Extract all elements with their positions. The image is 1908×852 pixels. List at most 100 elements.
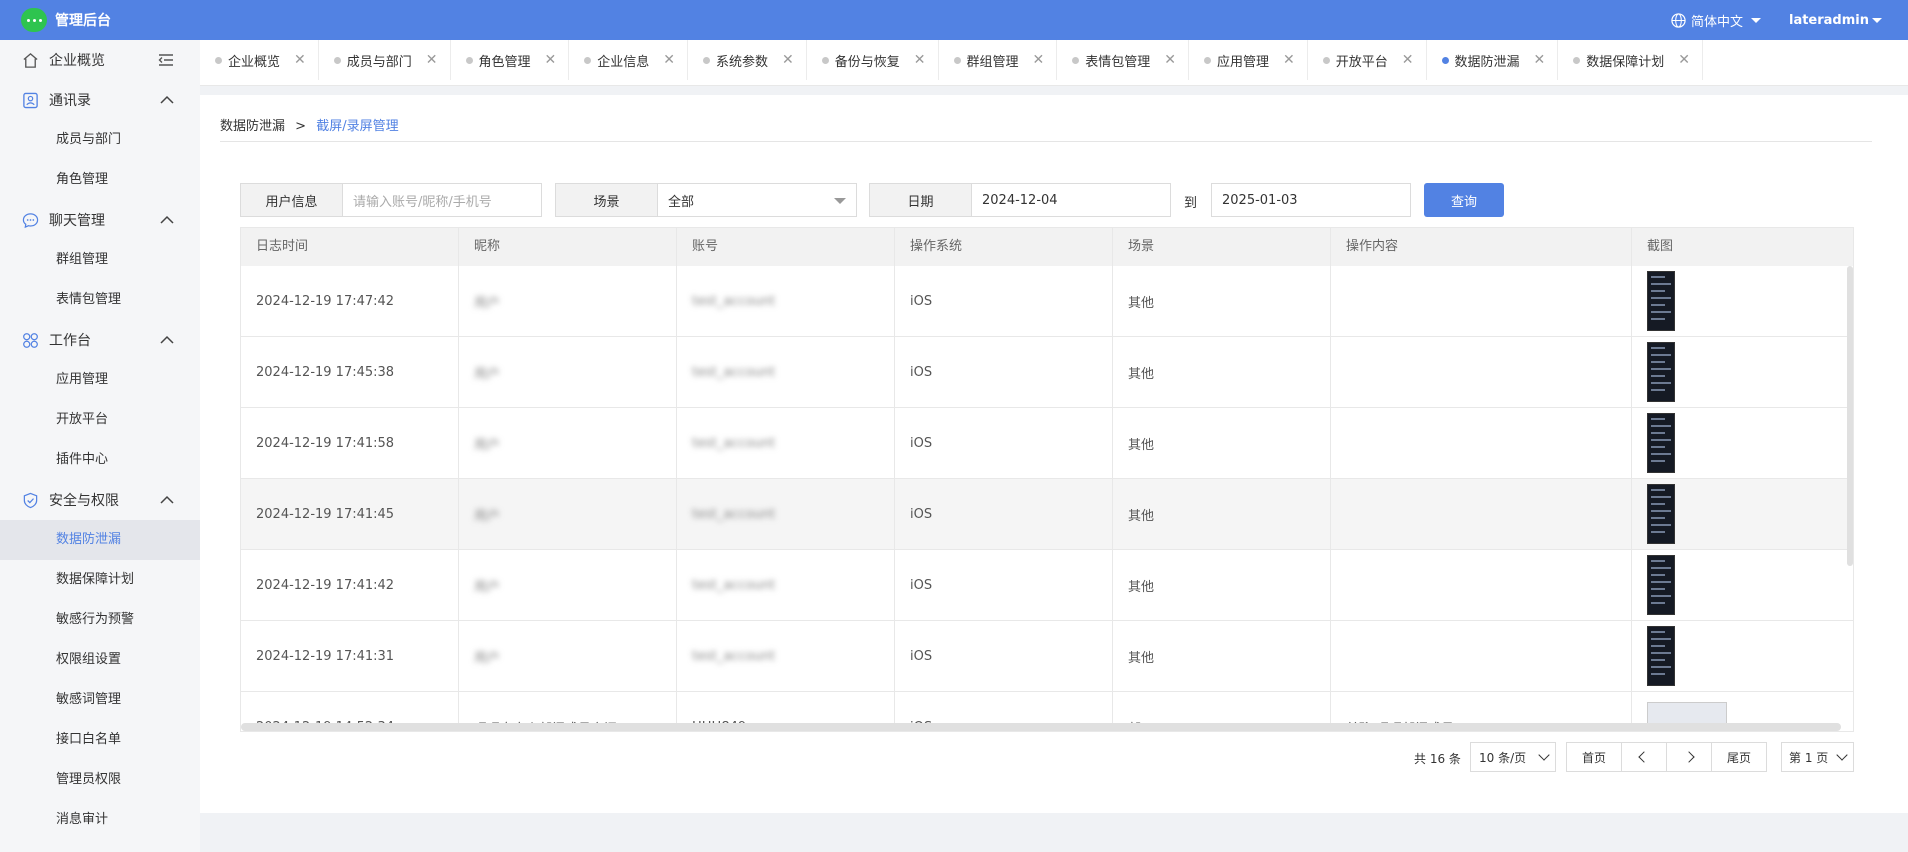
shield-icon xyxy=(21,491,39,509)
sidebar-group-chat[interactable]: 聊天管理 xyxy=(0,200,200,240)
page-size-select[interactable]: 10 条/页 xyxy=(1470,742,1556,772)
prev-page-button[interactable] xyxy=(1621,742,1667,772)
vertical-scrollbar[interactable] xyxy=(1847,266,1853,566)
close-icon[interactable]: ✕ xyxy=(914,52,926,68)
sidebar-item-permission-groups[interactable]: 权限组设置 xyxy=(0,640,200,680)
tab-dlp[interactable]: 数据防泄漏 ✕ xyxy=(1427,40,1559,80)
tab-label: 群组管理 xyxy=(966,54,1019,70)
sidebar-item-sensitive-alert[interactable]: 敏感行为预警 xyxy=(0,600,200,640)
sidebar-item-admin-permissions[interactable]: 管理员权限 xyxy=(0,760,200,800)
tab-label: 系统参数 xyxy=(716,54,769,70)
cell-account: test_account xyxy=(692,577,776,593)
sidebar-item-sensitive-words[interactable]: 敏感词管理 xyxy=(0,680,200,720)
close-icon[interactable]: ✕ xyxy=(294,52,306,68)
column-header: 操作系统 xyxy=(895,228,1113,266)
cell-account: test_account xyxy=(692,435,776,451)
table-row[interactable]: 2024-12-19 17:41:42 用户 test_account iOS … xyxy=(241,550,1853,621)
sidebar-item-api-whitelist[interactable]: 接口白名单 xyxy=(0,720,200,760)
tab-label: 数据保障计划 xyxy=(1586,54,1665,70)
close-icon[interactable]: ✕ xyxy=(1283,52,1295,68)
close-icon[interactable]: ✕ xyxy=(1164,52,1176,68)
chevron-down-icon xyxy=(1538,749,1550,761)
tab-company-info[interactable]: 企业信息 ✕ xyxy=(569,40,688,80)
screenshot-thumbnail[interactable] xyxy=(1647,484,1675,544)
close-icon[interactable]: ✕ xyxy=(1033,52,1045,68)
next-page-button[interactable] xyxy=(1666,742,1712,772)
table-row[interactable]: 2024-12-19 17:41:31 用户 test_account iOS … xyxy=(241,621,1853,692)
query-button[interactable]: 查询 xyxy=(1424,183,1504,217)
first-page-button[interactable]: 首页 xyxy=(1566,742,1622,772)
sidebar-group-contacts[interactable]: 通讯录 xyxy=(0,80,200,120)
sidebar-item-message-audit[interactable]: 消息审计 xyxy=(0,800,200,840)
table-row[interactable]: 2024-12-19 17:47:42 用户 test_account iOS … xyxy=(241,266,1853,337)
close-icon[interactable]: ✕ xyxy=(1402,52,1414,68)
breadcrumb: 数据防泄漏 > 截屏/录屏管理 xyxy=(220,115,399,134)
globe-icon xyxy=(1671,12,1686,28)
tab-dot-icon xyxy=(1072,56,1080,64)
date-from-input[interactable]: 2024-12-04 xyxy=(972,184,1170,216)
close-icon[interactable]: ✕ xyxy=(782,52,794,68)
tab-stickers[interactable]: 表情包管理 ✕ xyxy=(1057,40,1189,80)
sidebar-item-groups[interactable]: 群组管理 xyxy=(0,240,200,280)
close-icon[interactable]: ✕ xyxy=(1534,52,1546,68)
breadcrumb-parent[interactable]: 数据防泄漏 xyxy=(220,119,285,134)
user-search-input[interactable]: 请输入账号/昵称/手机号 xyxy=(343,184,541,216)
scene-select[interactable]: 全部 xyxy=(658,184,856,216)
screenshot-log-table: 日志时间 昵称 账号 操作系统 场景 操作内容 截图 2024-12-19 17… xyxy=(240,227,1854,732)
date-filter: 日期 2024-12-04 xyxy=(869,183,1171,217)
tab-apps[interactable]: 应用管理 ✕ xyxy=(1189,40,1308,80)
cell-scene: 其他 xyxy=(1113,479,1331,549)
table-row[interactable]: 2024-12-19 17:41:45 用户 test_account iOS … xyxy=(241,479,1853,550)
sidebar-item-plugins[interactable]: 插件中心 xyxy=(0,440,200,480)
sidebar-group-security[interactable]: 安全与权限 xyxy=(0,480,200,520)
screenshot-thumbnail[interactable] xyxy=(1647,413,1675,473)
screenshot-thumbnail[interactable] xyxy=(1647,555,1675,615)
user-menu[interactable]: lateradmin xyxy=(1789,13,1882,28)
cell-time: 2024-12-19 17:45:38 xyxy=(241,337,459,407)
tab-system-params[interactable]: 系统参数 ✕ xyxy=(688,40,807,80)
sidebar-item-roles[interactable]: 角色管理 xyxy=(0,160,200,200)
sidebar-item-stickers[interactable]: 表情包管理 xyxy=(0,280,200,320)
last-page-button[interactable]: 尾页 xyxy=(1711,742,1767,772)
date-to-input[interactable]: 2025-01-03 xyxy=(1212,184,1410,216)
screenshot-thumbnail[interactable] xyxy=(1647,342,1675,402)
tab-dot-icon xyxy=(953,56,961,64)
sidebar-item-members[interactable]: 成员与部门 xyxy=(0,120,200,160)
cell-nickname: 用户 xyxy=(474,366,501,382)
tab-dot-icon xyxy=(215,56,222,64)
page-select[interactable]: 第 1 页 xyxy=(1781,742,1854,772)
sidebar-item-overview[interactable]: 企业概览 xyxy=(0,40,200,80)
sidebar-group-workbench[interactable]: 工作台 xyxy=(0,320,200,360)
tab-roles[interactable]: 角色管理 ✕ xyxy=(451,40,570,80)
tab-dot-icon xyxy=(333,56,341,64)
tab-data-protection[interactable]: 数据保障计划 ✕ xyxy=(1558,40,1703,80)
screenshot-thumbnail[interactable] xyxy=(1647,271,1675,331)
cell-account: test_account xyxy=(692,506,776,522)
close-icon[interactable]: ✕ xyxy=(545,52,557,68)
close-icon[interactable]: ✕ xyxy=(426,52,438,68)
screenshot-thumbnail[interactable] xyxy=(1647,626,1675,686)
sidebar-group-label: 聊天管理 xyxy=(49,213,105,229)
table-row[interactable]: 2024-12-19 17:41:58 用户 test_account iOS … xyxy=(241,408,1853,479)
scene-filter: 场景 全部 xyxy=(555,183,857,217)
table-row[interactable]: 2024-12-19 17:45:38 用户 test_account iOS … xyxy=(241,337,1853,408)
tab-overview[interactable]: 企业概览 ✕ xyxy=(200,40,319,80)
sidebar-item-dlp[interactable]: 数据防泄漏 xyxy=(0,520,200,560)
sidebar-item-data-protection[interactable]: 数据保障计划 xyxy=(0,560,200,600)
table-header: 日志时间 昵称 账号 操作系统 场景 操作内容 截图 xyxy=(241,228,1853,266)
tab-backup[interactable]: 备份与恢复 ✕ xyxy=(807,40,939,80)
tab-members[interactable]: 成员与部门 ✕ xyxy=(319,40,451,80)
horizontal-scrollbar[interactable] xyxy=(241,723,1841,731)
collapse-menu-icon[interactable] xyxy=(158,53,174,71)
sidebar-item-open-platform[interactable]: 开放平台 xyxy=(0,400,200,440)
cell-nickname: 用户 xyxy=(474,579,501,595)
close-icon[interactable]: ✕ xyxy=(1678,52,1690,68)
tab-bar: 企业概览 ✕ 成员与部门 ✕ 角色管理 ✕ 企业信息 ✕ 系统参数 ✕ 备份与恢复 ✕ 群组… xyxy=(200,40,1908,86)
tab-dot-icon xyxy=(1322,56,1330,64)
tab-groups[interactable]: 群组管理 ✕ xyxy=(939,40,1058,80)
language-selector[interactable]: 简体中文 xyxy=(1671,11,1761,30)
chat-bubble-icon xyxy=(21,211,39,229)
close-icon[interactable]: ✕ xyxy=(663,52,675,68)
tab-open-platform[interactable]: 开放平台 ✕ xyxy=(1308,40,1427,80)
sidebar-item-apps[interactable]: 应用管理 xyxy=(0,360,200,400)
